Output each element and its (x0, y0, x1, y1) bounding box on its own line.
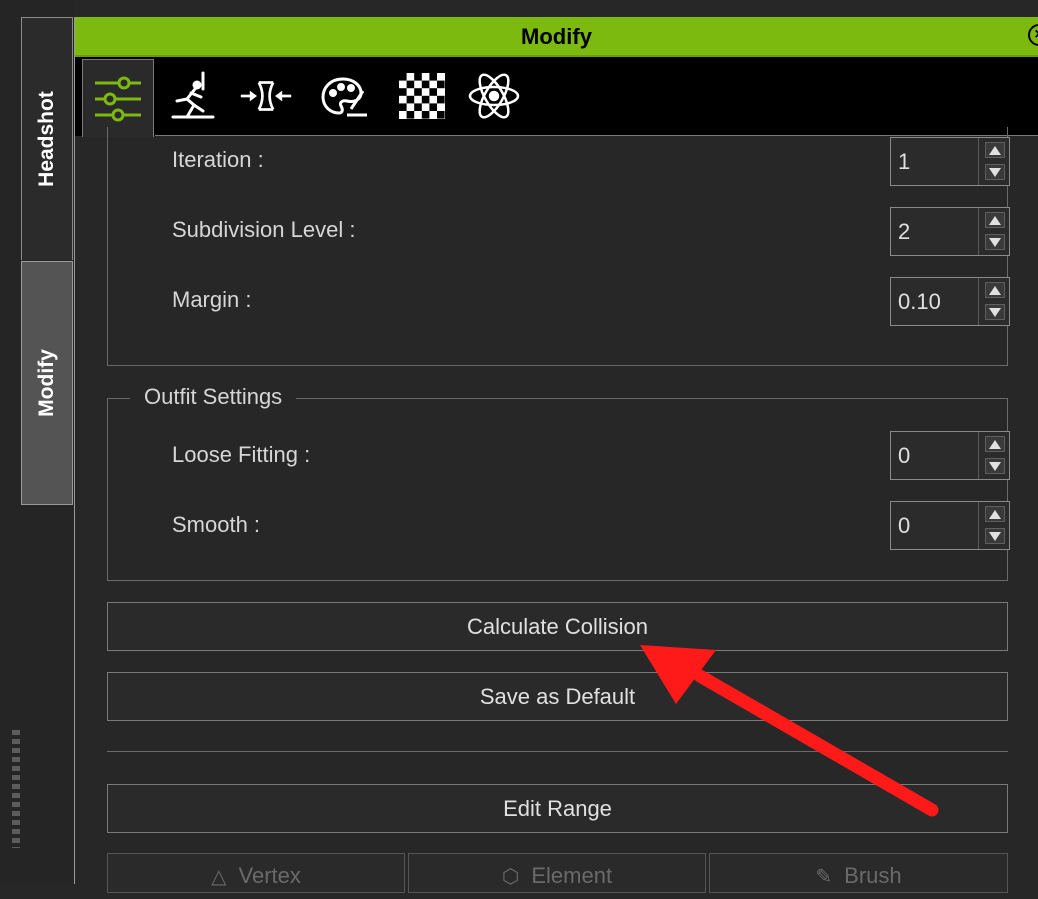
smooth-label: Smooth : (172, 512, 261, 537)
margin-decrement-button[interactable] (985, 304, 1005, 320)
tool-sliders[interactable] (82, 59, 154, 137)
smooth-spinbox[interactable]: 0 (890, 501, 1010, 550)
element-mode-button[interactable]: ⬡ Element (408, 853, 706, 893)
sliders-icon (95, 76, 141, 122)
brush-icon: ✎ (815, 866, 833, 888)
collision-settings-group: Iteration : 1 Subdivision Level : 2 Marg… (107, 127, 1010, 366)
resize-grip[interactable] (12, 730, 20, 848)
iteration-decrement-button[interactable] (985, 164, 1005, 180)
modify-content: Iteration : 1 Subdivision Level : 2 Marg… (75, 127, 1038, 893)
smooth-increment-button[interactable] (985, 506, 1005, 522)
close-icon[interactable]: × (1028, 24, 1038, 46)
tab-headshot-label: Headshot (35, 91, 58, 187)
iteration-spinbox[interactable]: 1 (890, 137, 1010, 186)
margin-label: Margin : (172, 287, 252, 312)
element-label: Element (531, 863, 613, 888)
loose-fitting-spinbox[interactable]: 0 (890, 431, 1010, 480)
margin-value[interactable]: 0.10 (898, 278, 941, 325)
iteration-label: Iteration : (172, 147, 264, 172)
iteration-value[interactable]: 1 (898, 138, 910, 185)
compress-arrows-icon[interactable] (239, 71, 293, 121)
tab-modify-label: Modify (35, 349, 58, 417)
loose-fitting-increment-button[interactable] (985, 436, 1005, 452)
outfit-settings-legend: Outfit Settings (130, 384, 297, 410)
palette-icon[interactable] (317, 71, 371, 121)
loose-fitting-decrement-button[interactable] (985, 458, 1005, 474)
side-tab-strip: Headshot Modify (0, 0, 75, 884)
subdivision-decrement-button[interactable] (985, 234, 1005, 250)
panel-title: Modify (521, 24, 592, 49)
subdivision-label: Subdivision Level : (172, 217, 356, 242)
smooth-decrement-button[interactable] (985, 528, 1005, 544)
vertex-icon: △ (211, 866, 227, 888)
subdivision-spinbox[interactable]: 2 (890, 207, 1010, 256)
calculate-collision-button[interactable]: Calculate Collision (107, 602, 1008, 651)
vertex-label: Vertex (238, 863, 301, 888)
iteration-increment-button[interactable] (985, 142, 1005, 158)
brush-mode-button[interactable]: ✎ Brush (709, 853, 1008, 893)
loose-fitting-label: Loose Fitting : (172, 442, 311, 467)
vertex-mode-button[interactable]: △ Vertex (107, 853, 405, 893)
outfit-settings-group: Outfit Settings Loose Fitting : 0 Smooth… (107, 384, 1010, 581)
save-as-default-button[interactable]: Save as Default (107, 672, 1008, 721)
tab-headshot[interactable]: Headshot (21, 17, 73, 260)
smooth-value[interactable]: 0 (898, 502, 910, 549)
margin-spinbox[interactable]: 0.10 (890, 277, 1010, 326)
panel-title-bar: Modify × (75, 17, 1038, 57)
element-cube-icon: ⬡ (501, 866, 520, 888)
subdivision-increment-button[interactable] (985, 212, 1005, 228)
edit-range-button[interactable]: Edit Range (107, 784, 1008, 833)
subdivision-value[interactable]: 2 (898, 208, 910, 255)
brush-label: Brush (844, 863, 902, 888)
loose-fitting-value[interactable]: 0 (898, 432, 910, 479)
tab-modify[interactable]: Modify (21, 261, 73, 505)
atom-physics-icon[interactable] (467, 71, 521, 121)
modify-toolbar (75, 57, 1038, 137)
margin-increment-button[interactable] (985, 282, 1005, 298)
running-pose-icon[interactable] (167, 71, 221, 121)
section-divider (107, 751, 1008, 752)
checker-texture-icon[interactable] (395, 71, 449, 121)
